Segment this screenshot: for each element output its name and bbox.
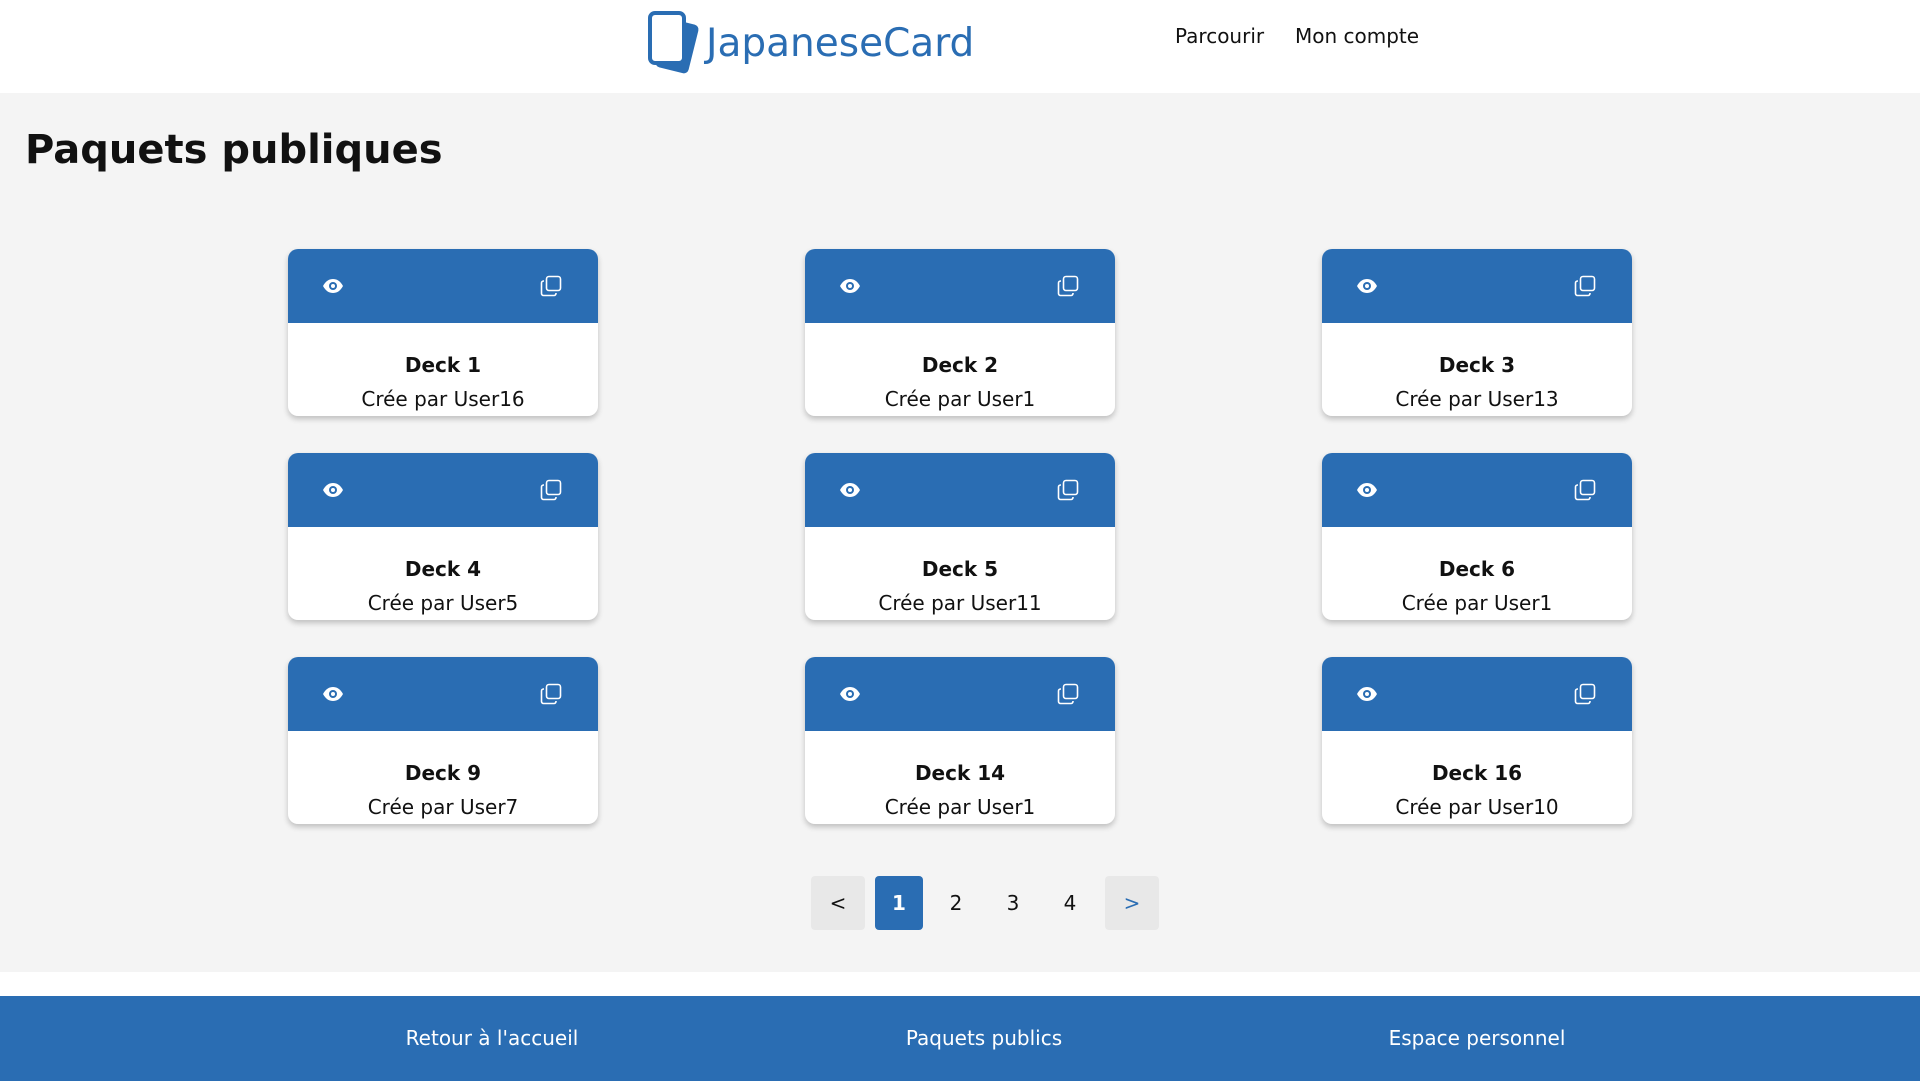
copy-icon[interactable] (538, 273, 564, 299)
deck-card-header (288, 657, 598, 731)
nav-browse-link[interactable]: Parcourir (1175, 24, 1264, 48)
eye-icon[interactable] (837, 273, 863, 299)
page-button-1[interactable]: 1 (875, 876, 923, 930)
eye-icon[interactable] (320, 273, 346, 299)
eye-icon[interactable] (837, 477, 863, 503)
deck-name: Deck 6 (1438, 557, 1516, 581)
deck-author: Crée par User5 (367, 591, 519, 615)
deck-card-header (288, 453, 598, 527)
deck-card-header (805, 453, 1115, 527)
deck-card[interactable]: Deck 2 Crée par User1 (805, 249, 1115, 416)
eye-icon[interactable] (320, 477, 346, 503)
deck-card[interactable]: Deck 4 Crée par User5 (288, 453, 598, 620)
deck-card-header (805, 249, 1115, 323)
deck-grid: Deck 1 Crée par User16 Deck 2 Crée par U… (288, 249, 1632, 824)
site-header: JapaneseCard Parcourir Mon compte (0, 0, 1920, 93)
deck-author: Crée par User1 (884, 387, 1036, 411)
deck-card-body: Deck 16 Crée par User10 (1322, 731, 1632, 820)
eye-icon[interactable] (837, 681, 863, 707)
next-page-button[interactable]: > (1105, 876, 1159, 930)
site-footer: Retour à l'accueil Paquets publics Espac… (0, 996, 1920, 1081)
cards-logo-icon (648, 11, 699, 74)
deck-author: Crée par User7 (367, 795, 519, 819)
eye-icon[interactable] (1354, 273, 1380, 299)
deck-card[interactable]: Deck 1 Crée par User16 (288, 249, 598, 416)
deck-card-body: Deck 4 Crée par User5 (288, 527, 598, 616)
deck-author: Crée par User1 (1401, 591, 1553, 615)
deck-author: Crée par User11 (878, 591, 1042, 615)
deck-card[interactable]: Deck 14 Crée par User1 (805, 657, 1115, 824)
deck-card-body: Deck 14 Crée par User1 (805, 731, 1115, 820)
copy-icon[interactable] (1572, 477, 1598, 503)
deck-card-body: Deck 6 Crée par User1 (1322, 527, 1632, 616)
deck-name: Deck 16 (1431, 761, 1523, 785)
deck-card-header (805, 657, 1115, 731)
copy-icon[interactable] (1055, 681, 1081, 707)
deck-name: Deck 3 (1438, 353, 1516, 377)
deck-name: Deck 9 (404, 761, 482, 785)
eye-icon[interactable] (1354, 681, 1380, 707)
page-title: Paquets publiques (25, 127, 443, 173)
copy-icon[interactable] (1572, 273, 1598, 299)
deck-name: Deck 5 (921, 557, 999, 581)
page-button-3[interactable]: 3 (989, 876, 1037, 930)
copy-icon[interactable] (538, 681, 564, 707)
deck-card[interactable]: Deck 16 Crée par User10 (1322, 657, 1632, 824)
deck-card[interactable]: Deck 3 Crée par User13 (1322, 249, 1632, 416)
footer-public-decks-link[interactable]: Paquets publics (906, 1026, 1062, 1050)
deck-card-header (1322, 453, 1632, 527)
nav-account-link[interactable]: Mon compte (1295, 24, 1419, 48)
main-content: Paquets publiques Deck 1 Crée par User16 (0, 93, 1920, 972)
deck-author: Crée par User13 (1395, 387, 1559, 411)
page-button-4[interactable]: 4 (1046, 876, 1094, 930)
footer-personal-space-link[interactable]: Espace personnel (1389, 1026, 1566, 1050)
copy-icon[interactable] (1055, 273, 1081, 299)
deck-card-body: Deck 5 Crée par User11 (805, 527, 1115, 616)
deck-card[interactable]: Deck 9 Crée par User7 (288, 657, 598, 824)
deck-card-header (288, 249, 598, 323)
copy-icon[interactable] (538, 477, 564, 503)
eye-icon[interactable] (1354, 477, 1380, 503)
deck-author: Crée par User1 (884, 795, 1036, 819)
deck-card-body: Deck 2 Crée par User1 (805, 323, 1115, 412)
deck-author: Crée par User10 (1395, 795, 1559, 819)
eye-icon[interactable] (320, 681, 346, 707)
prev-page-button[interactable]: < (811, 876, 865, 930)
copy-icon[interactable] (1055, 477, 1081, 503)
deck-card[interactable]: Deck 6 Crée par User1 (1322, 453, 1632, 620)
deck-name: Deck 14 (914, 761, 1006, 785)
deck-name: Deck 1 (404, 353, 482, 377)
deck-card-header (1322, 657, 1632, 731)
deck-name: Deck 2 (921, 353, 999, 377)
deck-name: Deck 4 (404, 557, 482, 581)
copy-icon[interactable] (1572, 681, 1598, 707)
deck-card-body: Deck 9 Crée par User7 (288, 731, 598, 820)
deck-card-body: Deck 3 Crée par User13 (1322, 323, 1632, 412)
brand-logo[interactable]: JapaneseCard (646, 10, 974, 76)
deck-card-body: Deck 1 Crée par User16 (288, 323, 598, 412)
deck-card-header (1322, 249, 1632, 323)
footer-home-link[interactable]: Retour à l'accueil (406, 1026, 579, 1050)
deck-card[interactable]: Deck 5 Crée par User11 (805, 453, 1115, 620)
deck-author: Crée par User16 (361, 387, 525, 411)
brand-name: JapaneseCard (706, 20, 975, 66)
page-button-2[interactable]: 2 (932, 876, 980, 930)
